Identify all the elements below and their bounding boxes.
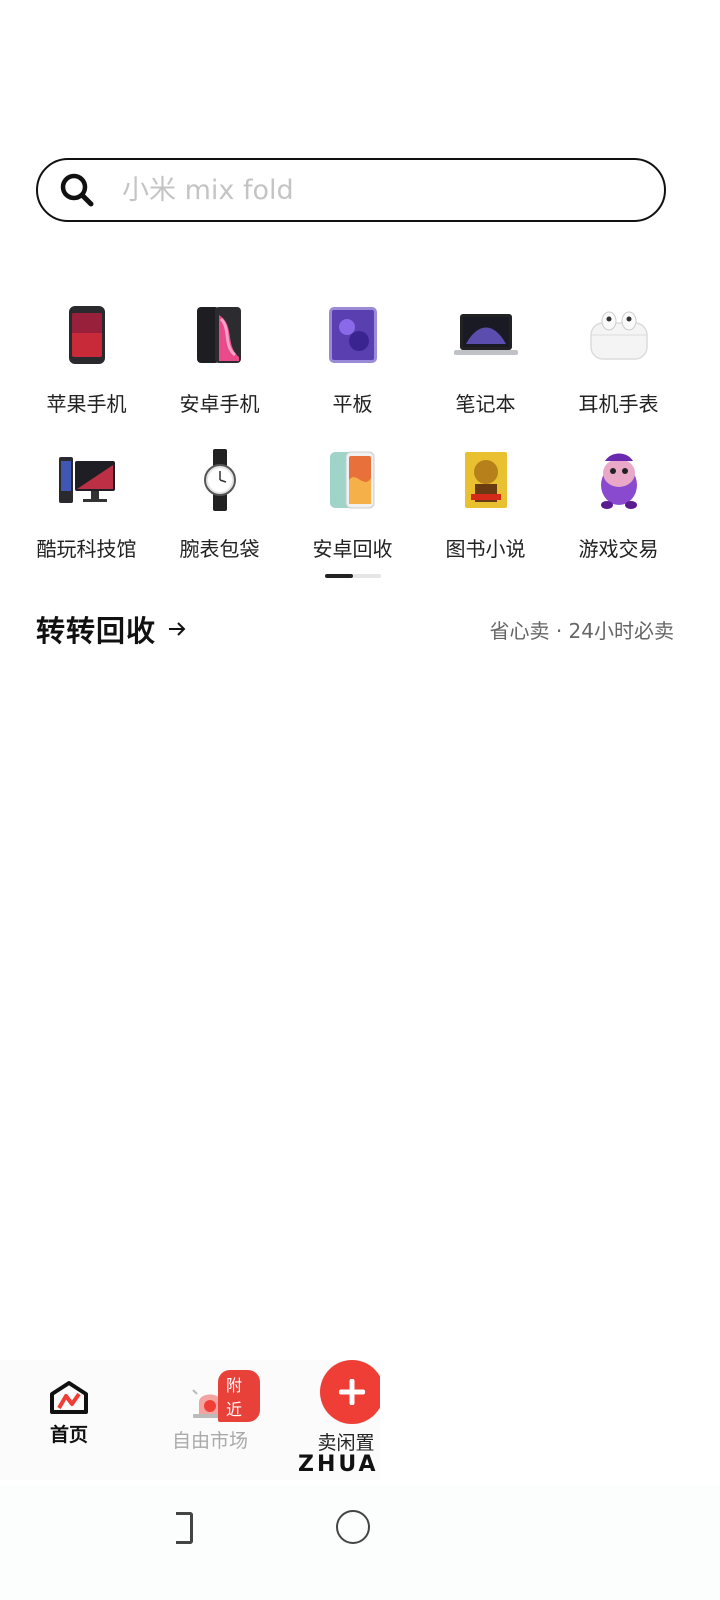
- category-label: 图书小说: [445, 537, 526, 561]
- category-label: 腕表包袋: [179, 537, 260, 561]
- laptop-icon: [453, 314, 518, 355]
- category-label: 耳机手表: [578, 392, 659, 416]
- sell-button[interactable]: [320, 1360, 380, 1424]
- category-label: 酷玩科技馆: [36, 537, 137, 561]
- category-label: 安卓回收: [312, 537, 393, 561]
- earbuds-icon: [589, 311, 648, 360]
- arrow-right-icon: [169, 622, 186, 636]
- category-label: 苹果手机: [46, 392, 127, 416]
- tab-home[interactable]: 首页: [38, 1380, 100, 1447]
- search-icon: [60, 173, 94, 207]
- watch-icon: [203, 449, 236, 511]
- gaming-pc-icon: [58, 457, 115, 503]
- tab-market[interactable]: 附近 自由市场: [160, 1370, 260, 1453]
- category-game-trading[interactable]: 游戏交易: [552, 445, 685, 562]
- category-label: 平板: [332, 392, 373, 416]
- tab-sell[interactable]: 卖闲置: [306, 1360, 380, 1455]
- brand-text: ZHUA: [298, 1452, 379, 1477]
- system-nav-bar: [0, 1485, 720, 1600]
- plus-icon: [339, 1379, 365, 1405]
- phone-recycle-icon: [329, 451, 374, 509]
- game-character-icon: [600, 453, 637, 509]
- android-phone-icon: [196, 307, 241, 363]
- home-button-icon[interactable]: [336, 1510, 370, 1544]
- page-indicator-active: [325, 574, 353, 578]
- tablet-icon: [328, 307, 377, 363]
- category-label: 游戏交易: [578, 537, 659, 561]
- recycle-title: 转转回收: [36, 614, 157, 648]
- category-laptop[interactable]: 笔记本: [419, 300, 552, 417]
- tab-home-label: 首页: [49, 1424, 88, 1446]
- category-tablet[interactable]: 平板: [286, 300, 419, 417]
- iphone-icon: [68, 306, 105, 364]
- tab-market-label: 自由市场: [171, 1430, 248, 1452]
- category-tech-hall[interactable]: 酷玩科技馆: [20, 445, 153, 562]
- search-input[interactable]: [122, 174, 602, 206]
- tab-sell-label: 卖闲置: [317, 1432, 375, 1454]
- search-bar[interactable]: [36, 158, 666, 222]
- category-watch-bags[interactable]: 腕表包袋: [153, 445, 286, 562]
- recycle-section-link[interactable]: 转转回收: [36, 608, 188, 650]
- page-indicator: [325, 574, 381, 578]
- recent-apps-icon[interactable]: [176, 1512, 193, 1544]
- category-label: 笔记本: [455, 392, 516, 416]
- book-icon: [464, 452, 507, 508]
- category-grid: 苹果手机 安卓手机 平板 笔记本 耳机手表 酷玩科技馆 腕表包袋 安卓回收 图书…: [20, 300, 700, 562]
- category-android-recycle[interactable]: 安卓回收: [286, 445, 419, 562]
- category-android-phone[interactable]: 安卓手机: [153, 300, 286, 417]
- category-apple-phone[interactable]: 苹果手机: [20, 300, 153, 417]
- home-logo-icon: [50, 1381, 88, 1414]
- nearby-badge: 附近: [218, 1370, 260, 1422]
- recycle-subtitle: 省心卖 · 24小时必卖: [489, 619, 674, 643]
- category-label: 安卓手机: [179, 392, 260, 416]
- category-books[interactable]: 图书小说: [419, 445, 552, 562]
- category-earbuds-watch[interactable]: 耳机手表: [552, 300, 685, 417]
